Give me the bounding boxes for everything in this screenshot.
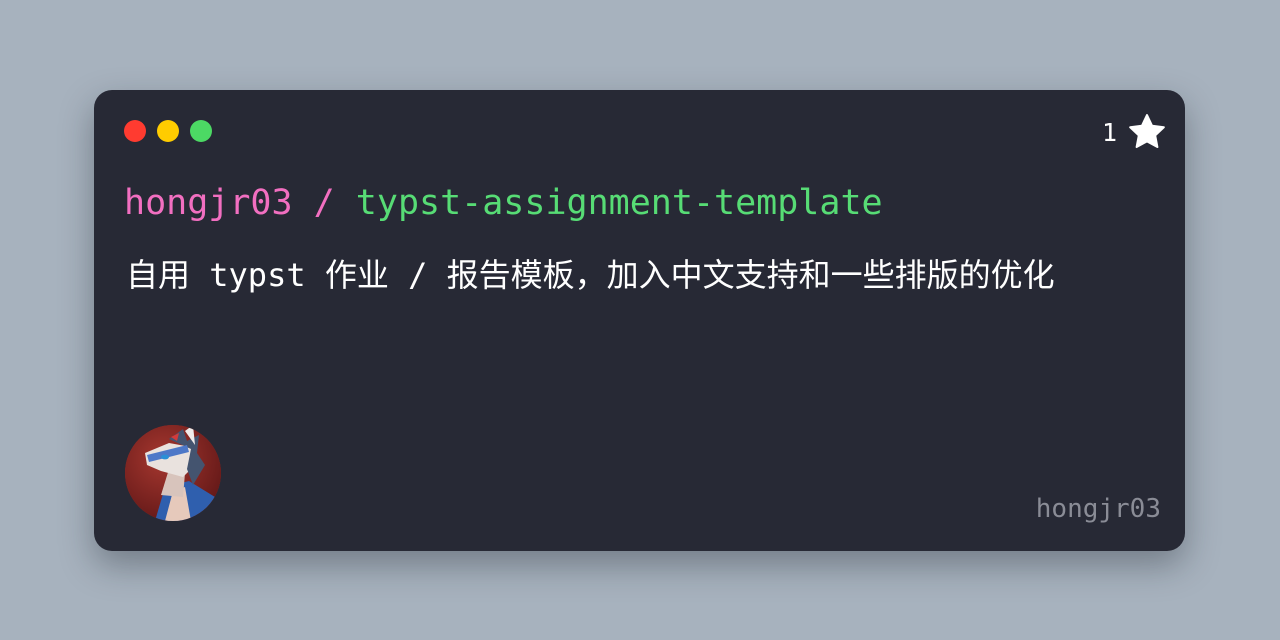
- repo-name[interactable]: typst-assignment-template: [356, 183, 883, 223]
- repo-separator: /: [292, 183, 356, 223]
- window-controls: [124, 120, 212, 142]
- star-counter[interactable]: 1: [1102, 112, 1167, 152]
- repo-owner[interactable]: hongjr03: [124, 183, 293, 223]
- star-count: 1: [1101, 117, 1117, 147]
- minimize-dot-icon[interactable]: [157, 120, 179, 142]
- star-icon: [1129, 114, 1165, 149]
- avatar[interactable]: [125, 425, 221, 521]
- maximize-dot-icon[interactable]: [190, 120, 212, 142]
- close-dot-icon[interactable]: [124, 120, 146, 142]
- repo-description: 自用 typst 作业 / 报告模板，加入中文支持和一些排版的优化: [126, 256, 1055, 294]
- avatar-icon: [125, 425, 221, 521]
- repo-title[interactable]: hongjr03 / typst-assignment-template: [124, 179, 883, 227]
- footer-username[interactable]: hongjr03: [1036, 491, 1161, 527]
- repo-card: 1 hongjr03 / typst-assignment-template 自…: [94, 90, 1185, 551]
